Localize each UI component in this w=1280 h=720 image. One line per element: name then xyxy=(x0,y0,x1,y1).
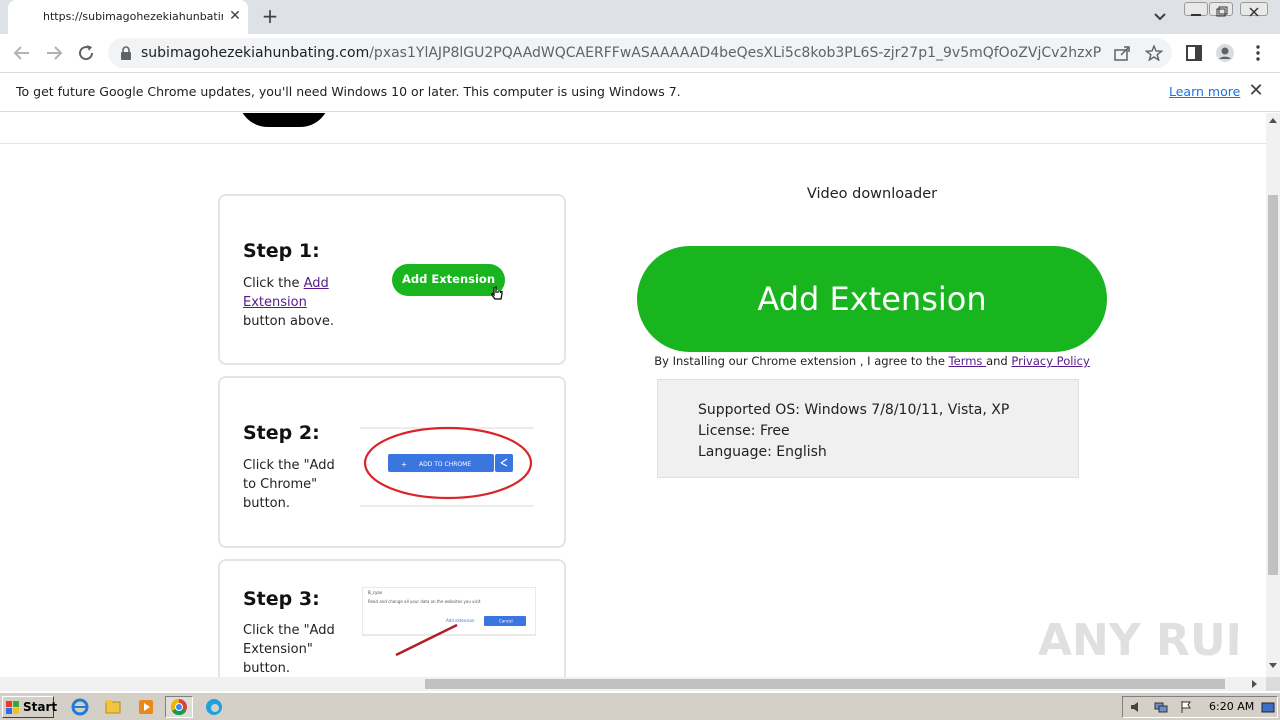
share-icon[interactable] xyxy=(1113,45,1131,61)
volume-icon[interactable] xyxy=(1129,700,1143,714)
tab-title: https://subimagohezekiahunbating.c xyxy=(43,10,223,23)
star-icon[interactable] xyxy=(1145,45,1163,61)
step-2-card: Step 2: Click the "Add to Chrome" button… xyxy=(218,376,566,548)
scroll-right-icon[interactable] xyxy=(1252,680,1258,688)
page-viewport: Step 1: Click the Add Extension button a… xyxy=(0,113,1266,677)
flag-icon[interactable] xyxy=(1179,700,1193,714)
chrome-icon xyxy=(170,698,187,716)
scroll-down-icon[interactable] xyxy=(1269,663,1277,669)
add-to-chrome-screenshot: + ADD TO CHROME xyxy=(360,426,534,508)
file-explorer-icon[interactable] xyxy=(99,696,127,718)
agree-before: By Installing our Chrome extension , I a… xyxy=(654,354,949,368)
language: Language: English xyxy=(698,444,827,460)
new-tab-icon[interactable]: + xyxy=(258,5,282,29)
step-3-title: Step 3: xyxy=(243,588,320,610)
menu-dots-icon[interactable] xyxy=(1248,43,1268,63)
close-icon xyxy=(1249,7,1259,17)
shot-dialog-heading: B_cyan xyxy=(368,590,383,595)
product-info-box: Supported OS: Windows 7/8/10/11, Vista, … xyxy=(657,379,1079,478)
product-label: Video downloader xyxy=(806,186,938,202)
horizontal-scrollbar[interactable] xyxy=(0,677,1266,691)
svg-text:+: + xyxy=(401,461,407,469)
lock-icon[interactable] xyxy=(120,46,132,60)
minimize-button[interactable] xyxy=(1184,2,1208,16)
forward-arrow-icon[interactable] xyxy=(42,42,66,64)
start-label: Start xyxy=(23,700,58,714)
system-tray: 6:20 AM xyxy=(1122,696,1278,718)
step-1-card: Step 1: Click the Add Extension button a… xyxy=(218,194,566,365)
scrollbar-corner xyxy=(1266,677,1280,691)
infobar-close-icon[interactable]: ✕ xyxy=(1248,81,1264,101)
maximize-button[interactable] xyxy=(1209,2,1233,17)
show-desktop-icon[interactable] xyxy=(1261,700,1275,714)
clock: 6:20 AM xyxy=(1209,700,1255,713)
chevron-down-icon[interactable] xyxy=(1150,8,1170,26)
shot-cancel-label: Cancel xyxy=(499,619,513,624)
profile-avatar-icon[interactable] xyxy=(1215,43,1235,63)
back-arrow-icon[interactable] xyxy=(10,42,34,64)
shot-add-extension-label: Add extension xyxy=(446,618,475,623)
step-1-text-after: button above. xyxy=(243,314,335,329)
step-1-text-before: Click the xyxy=(243,276,304,291)
header-divider xyxy=(0,143,1266,144)
shot-dialog-text: Read and change all your data on the web… xyxy=(368,599,481,604)
scroll-up-icon[interactable] xyxy=(1269,117,1277,123)
step-2-title: Step 2: xyxy=(243,422,320,444)
start-button[interactable]: Start xyxy=(2,696,58,718)
internet-explorer-icon[interactable] xyxy=(66,696,94,718)
infobar-message: To get future Google Chrome updates, you… xyxy=(16,84,681,99)
url-text: subimagohezekiahunbating.com/pxas1YlAJP8… xyxy=(141,45,1101,61)
agreement-text: By Installing our Chrome extension , I a… xyxy=(637,354,1107,368)
restore-icon xyxy=(1216,6,1228,17)
vertical-scrollbar[interactable] xyxy=(1266,113,1280,677)
privacy-policy-link[interactable]: Privacy Policy xyxy=(1011,354,1089,368)
step-2-text: Click the "Add to Chrome" button. xyxy=(243,458,335,511)
address-bar[interactable]: subimagohezekiahunbating.com/pxas1YlAJP8… xyxy=(108,38,1172,68)
vertical-scroll-thumb[interactable] xyxy=(1268,195,1278,575)
media-player-icon[interactable] xyxy=(132,696,160,718)
step-1-title: Step 1: xyxy=(243,240,320,262)
site-logo xyxy=(238,113,330,127)
edge-icon[interactable] xyxy=(200,696,228,718)
browser-tab[interactable]: https://subimagohezekiahunbating.c ✕ xyxy=(8,0,248,34)
add-extension-button[interactable]: Add Extension xyxy=(637,246,1107,352)
chrome-taskbar-button[interactable] xyxy=(165,696,193,718)
update-infobar: To get future Google Chrome updates, you… xyxy=(0,72,1280,112)
url-host: subimagohezekiahunbating.com xyxy=(141,45,370,61)
reload-icon[interactable] xyxy=(74,42,98,64)
step-3-text: Click the "Add Extension" button. xyxy=(243,623,335,676)
minimize-icon xyxy=(1191,14,1201,16)
tab-strip: https://subimagohezekiahunbating.c ✕ + xyxy=(0,0,1280,34)
hand-cursor-icon xyxy=(488,284,503,300)
close-window-button[interactable] xyxy=(1240,2,1268,17)
windows-flag-icon xyxy=(6,701,19,714)
agree-mid: and xyxy=(986,354,1012,368)
shot-add-to-chrome-label: ADD TO CHROME xyxy=(419,461,471,468)
watermark-text: ANY RUN xyxy=(1038,615,1238,666)
browser-toolbar: subimagohezekiahunbating.com/pxas1YlAJP8… xyxy=(0,34,1280,72)
url-path: /pxas1YlAJP8lGU2PQAAdWQCAERFFwASAAAAAD4b… xyxy=(369,45,1101,61)
side-panel-icon[interactable] xyxy=(1184,43,1204,63)
learn-more-link[interactable]: Learn more xyxy=(1169,84,1240,99)
step-3-card: Step 3: Click the "Add Extension" button… xyxy=(218,559,566,677)
add-extension-dialog-screenshot: B_cyan Read and change all your data on … xyxy=(362,587,536,657)
horizontal-scroll-thumb[interactable] xyxy=(425,679,1225,689)
network-icon[interactable] xyxy=(1153,700,1169,714)
step-1-text: Click the Add Extension button above. xyxy=(243,274,343,331)
supported-os: Supported OS: Windows 7/8/10/11, Vista, … xyxy=(698,402,1010,418)
terms-link[interactable]: Terms xyxy=(949,354,987,368)
screen: https://subimagohezekiahunbating.c ✕ + s… xyxy=(0,0,1280,720)
license: License: Free xyxy=(698,423,790,439)
anyrun-watermark: ANY RUN xyxy=(1038,615,1238,666)
taskbar: Start 6:20 AM xyxy=(0,692,1280,720)
tab-close-icon[interactable]: ✕ xyxy=(226,7,244,25)
